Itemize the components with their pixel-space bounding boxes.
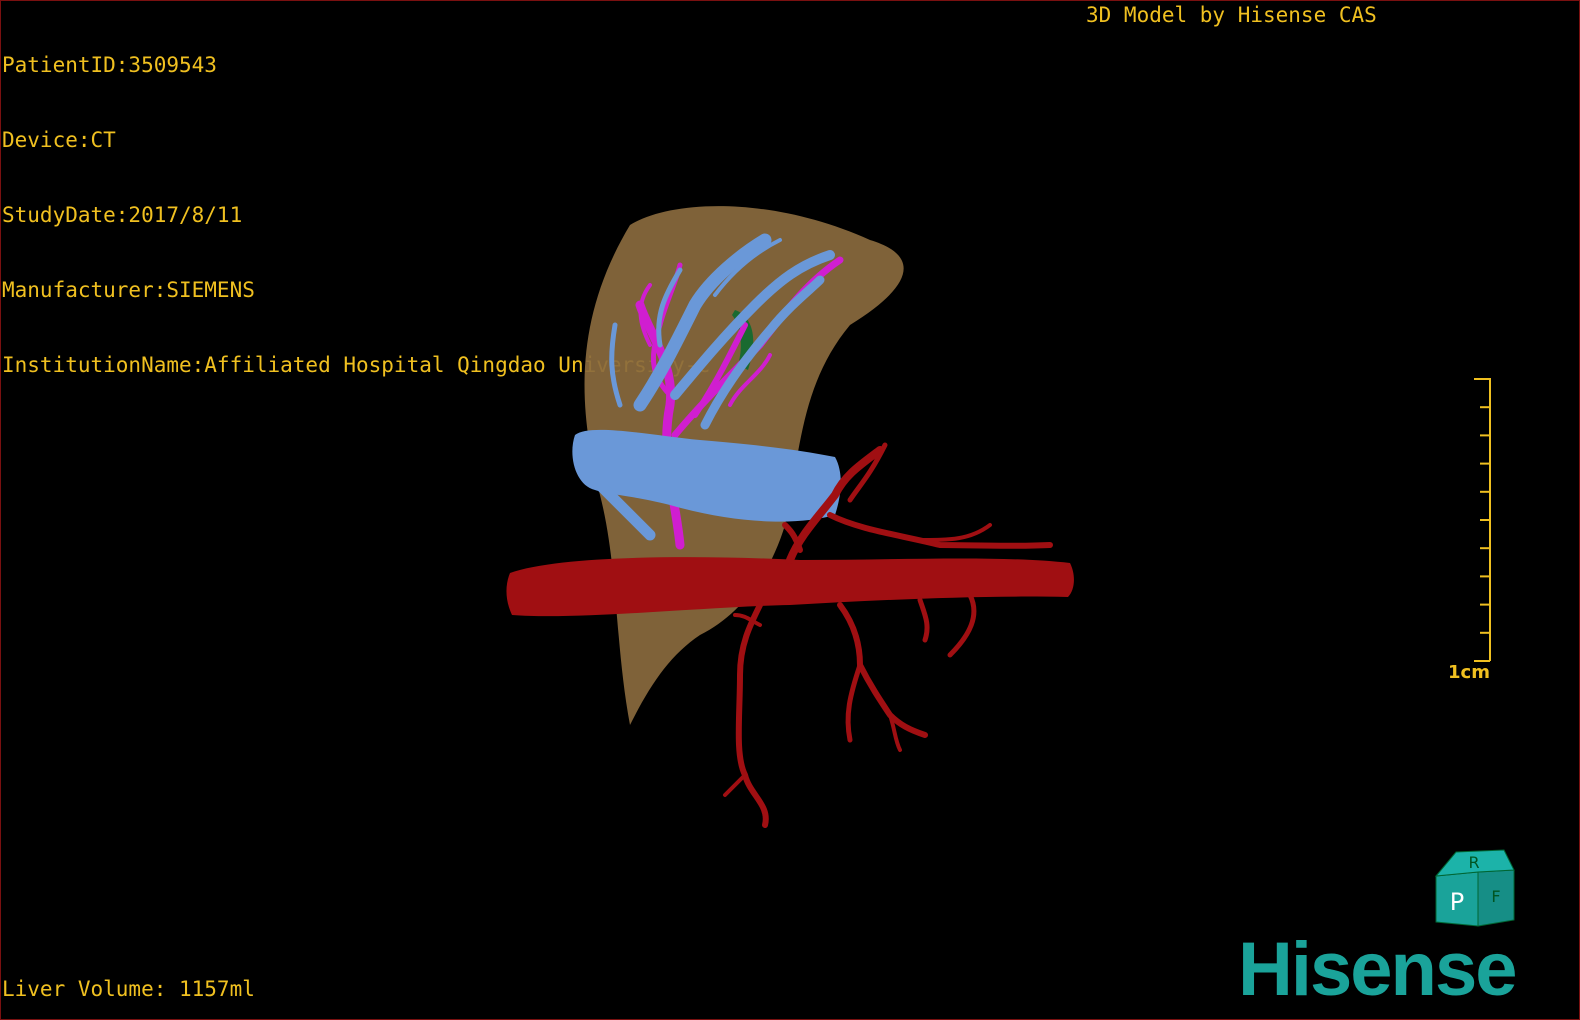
patient-id: PatientID:3509543 <box>2 53 217 77</box>
cube-face-side: F <box>1491 887 1500 906</box>
model-title: 3D Model by Hisense CAS <box>1086 3 1377 27</box>
orientation-cube[interactable]: R P F <box>1428 840 1524 936</box>
cube-face-front: P <box>1450 888 1464 916</box>
aorta <box>506 557 1074 617</box>
scale-bar <box>1474 378 1491 662</box>
3d-liver-model[interactable] <box>500 195 1090 845</box>
device: Device:CT <box>2 128 116 152</box>
liver-volume: Liver Volume: 1157ml <box>2 977 255 1001</box>
scale-label: 1cm <box>1448 662 1490 683</box>
hisense-logo: Hisense <box>1238 927 1517 1012</box>
cube-face-top: R <box>1468 853 1479 872</box>
